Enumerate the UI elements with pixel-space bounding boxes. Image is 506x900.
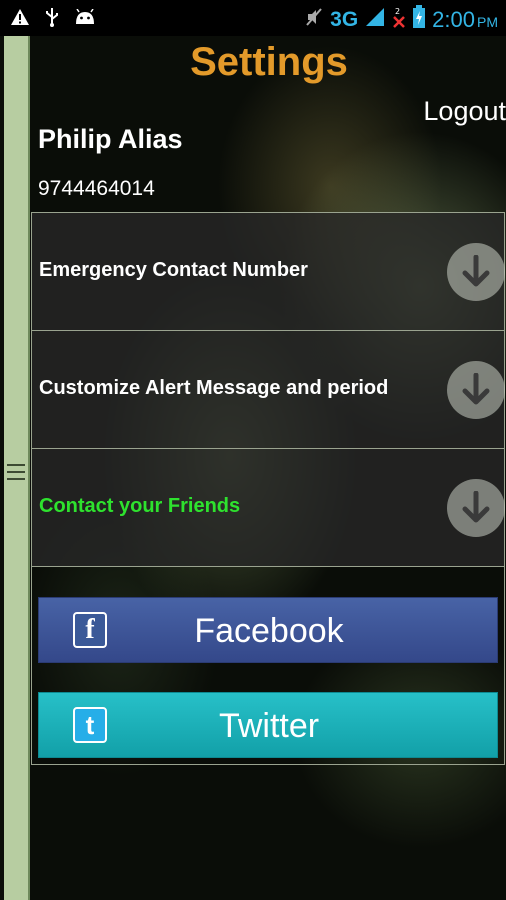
row-label: Emergency Contact Number: [39, 259, 308, 281]
facebook-label: Facebook: [194, 612, 344, 650]
settings-row-contact-friends[interactable]: Contact your Friends: [32, 449, 505, 567]
arrow-down-icon: [462, 373, 490, 405]
usb-icon: [44, 7, 60, 32]
settings-row-emergency-contact[interactable]: Emergency Contact Number: [32, 213, 505, 331]
logout-button[interactable]: Logout: [423, 96, 506, 127]
android-icon: [74, 8, 96, 30]
network-type: 3G: [330, 7, 359, 31]
warning-icon: [10, 8, 30, 31]
status-bar: 3G 2 2:00 PM: [0, 0, 506, 36]
expand-button[interactable]: [447, 243, 505, 301]
drawer-handle[interactable]: [4, 36, 30, 900]
expand-button[interactable]: [447, 361, 505, 419]
twitter-label: Twitter: [218, 707, 320, 745]
settings-row-alert-message[interactable]: Customize Alert Message and period: [32, 331, 505, 449]
clock-ampm: PM: [477, 13, 498, 30]
sim-error-icon: 2: [392, 6, 406, 33]
signal-icon: [364, 6, 386, 33]
expand-button[interactable]: [447, 479, 505, 537]
clock-time: 2:00: [432, 6, 475, 32]
mute-icon: [304, 7, 324, 32]
menu-icon: [7, 464, 25, 485]
settings-panel: Emergency Contact Number Customize Alert…: [31, 212, 505, 765]
user-phone: 9744464014: [38, 177, 155, 200]
twitter-button[interactable]: t Twitter: [38, 692, 498, 758]
row-label: Contact your Friends: [39, 495, 241, 517]
facebook-button[interactable]: f Facebook: [38, 597, 498, 663]
arrow-down-icon: [462, 491, 490, 523]
arrow-down-icon: [462, 255, 490, 287]
battery-charging-icon: [412, 5, 426, 34]
row-label: Customize Alert Message and period: [39, 377, 389, 399]
svg-text:2: 2: [395, 7, 400, 16]
page-title: Settings: [190, 40, 348, 84]
user-name: Philip Alias: [38, 124, 183, 154]
